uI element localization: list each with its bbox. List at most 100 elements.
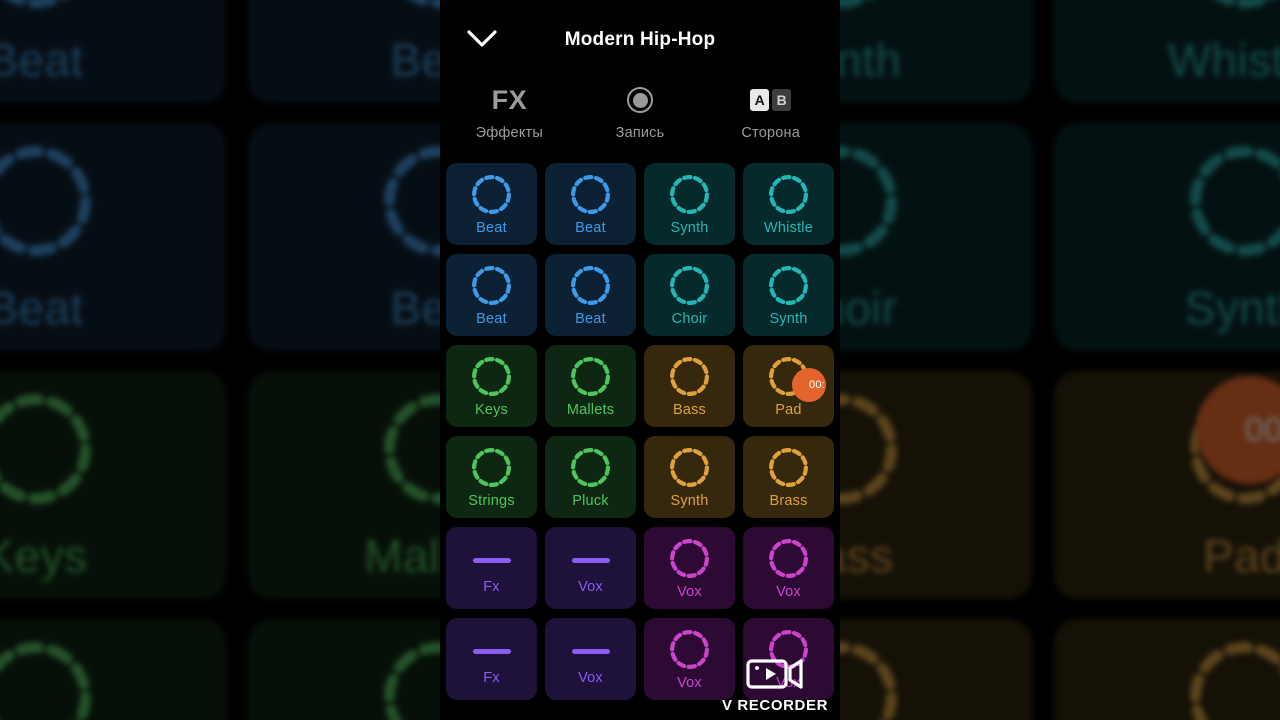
background-pad: Brass [1054, 619, 1280, 720]
background-pad: Whistle [1054, 0, 1280, 103]
pad-strings-12[interactable]: Strings [446, 436, 537, 518]
bar-icon [571, 649, 610, 655]
page-title: Modern Hip-Hop [564, 29, 716, 50]
dashed-ring-icon [768, 265, 809, 306]
pad-label: Fx [483, 670, 500, 687]
background-pad: Beat [0, 0, 226, 103]
dashed-ring-icon [0, 641, 92, 720]
pad-label: Whistle [764, 220, 813, 237]
record-button[interactable]: Запись [575, 80, 706, 164]
dashed-ring-icon [1189, 0, 1280, 9]
background-pad: Synth [1054, 123, 1280, 351]
pad-label: Pluck [572, 493, 609, 510]
pad-pad-11[interactable]: Pad [743, 345, 834, 427]
dashed-ring-icon [669, 265, 710, 306]
pad-label: Beat [0, 34, 84, 86]
pad-label: Bass [672, 402, 707, 419]
dashed-ring-icon [768, 174, 809, 215]
pad-brass-15[interactable]: Brass [743, 436, 834, 518]
background-pad: Strings [0, 619, 226, 720]
bar-icon [571, 558, 610, 564]
fx-icon: FX [492, 82, 528, 118]
panel-header: Modern Hip-Hop [440, 0, 840, 80]
side-a-badge[interactable]: A [750, 89, 770, 111]
bar-icon [472, 558, 511, 564]
pad-choir-6[interactable]: Choir [644, 254, 735, 336]
pad-label: Whistle [1167, 34, 1280, 86]
effects-button-label: Эффекты [475, 125, 543, 141]
pad-vox-22[interactable]: Vox [644, 618, 735, 700]
pad-label: Pad [1202, 530, 1280, 582]
dashed-ring-icon [570, 174, 611, 215]
pad-label: Beat [575, 220, 606, 237]
dashed-ring-icon [768, 356, 809, 397]
fx-icon-label: FX [491, 84, 528, 115]
dashed-ring-icon [471, 356, 512, 397]
pad-vox-18[interactable]: Vox [644, 527, 735, 609]
dashed-ring-icon [471, 265, 512, 306]
dashed-ring-icon [669, 629, 710, 670]
pad-fx-16[interactable]: Fx [446, 527, 537, 609]
dashed-ring-icon [768, 447, 809, 488]
dashed-ring-icon [1189, 145, 1280, 257]
pad-bass-10[interactable]: Bass [644, 345, 735, 427]
pad-label: Pad [775, 402, 802, 419]
dashed-ring-icon [0, 393, 92, 505]
record-icon [627, 82, 653, 118]
pad-label: Keys [474, 402, 509, 419]
dashed-ring-icon [471, 174, 512, 215]
dashed-ring-icon [768, 538, 809, 579]
bar-icon [472, 649, 511, 655]
pad-label: Synth [670, 493, 709, 510]
pad-label: Synth [769, 311, 808, 328]
pad-label: Vox [776, 584, 801, 601]
pad-synth-2[interactable]: Synth [644, 163, 735, 245]
pad-label: Vox [578, 670, 603, 687]
pad-vox-23[interactable]: Vox [743, 618, 834, 700]
pad-vox-21[interactable]: Vox [545, 618, 636, 700]
dashed-ring-icon [570, 447, 611, 488]
dashed-ring-icon [471, 447, 512, 488]
pad-beat-0[interactable]: Beat [446, 163, 537, 245]
effects-button[interactable]: FX Эффекты [444, 80, 575, 164]
pad-beat-4[interactable]: Beat [446, 254, 537, 336]
dashed-ring-icon [1189, 641, 1280, 720]
pad-pluck-13[interactable]: Pluck [545, 436, 636, 518]
pad-vox-17[interactable]: Vox [545, 527, 636, 609]
dashed-ring-icon [669, 174, 710, 215]
side-switch-button[interactable]: A B Сторона [705, 80, 836, 164]
pad-vox-19[interactable]: Vox [743, 527, 834, 609]
pad-beat-5[interactable]: Beat [545, 254, 636, 336]
side-b-badge[interactable]: B [772, 89, 792, 111]
ab-side-icon: A B [750, 82, 792, 118]
sound-pack-panel: Modern Hip-Hop FX Эффекты Запись A B Сто… [440, 0, 840, 720]
pad-synth-7[interactable]: Synth [743, 254, 834, 336]
background-pad: Beat [0, 123, 226, 351]
pad-label: Beat [476, 220, 507, 237]
dashed-ring-icon [570, 265, 611, 306]
pad-label: Vox [677, 675, 702, 692]
pad-label: Brass [769, 493, 808, 510]
pad-grid: Beat Beat Synth Whistle Beat Beat Choir Synth Ke… [446, 163, 834, 700]
record-button-label: Запись [615, 125, 665, 141]
pad-label: Strings [468, 493, 515, 510]
pad-label: Beat [0, 282, 84, 334]
pad-fx-20[interactable]: Fx [446, 618, 537, 700]
pad-label: Vox [677, 584, 702, 601]
pad-label: Choir [671, 311, 708, 328]
dashed-ring-icon [669, 356, 710, 397]
pad-keys-8[interactable]: Keys [446, 345, 537, 427]
dashed-ring-icon [669, 538, 710, 579]
background-pad: Keys [0, 371, 226, 599]
pad-whistle-3[interactable]: Whistle [743, 163, 834, 245]
pad-label: Vox [776, 675, 801, 692]
pad-label: Mallets [566, 402, 615, 419]
pad-synth-14[interactable]: Synth [644, 436, 735, 518]
pad-beat-1[interactable]: Beat [545, 163, 636, 245]
pad-label: Synth [670, 220, 709, 237]
pad-mallets-9[interactable]: Mallets [545, 345, 636, 427]
pad-label: Fx [483, 579, 500, 596]
side-switch-label: Сторона [741, 125, 800, 141]
pad-label: Beat [575, 311, 606, 328]
pad-label: Vox [578, 579, 603, 596]
